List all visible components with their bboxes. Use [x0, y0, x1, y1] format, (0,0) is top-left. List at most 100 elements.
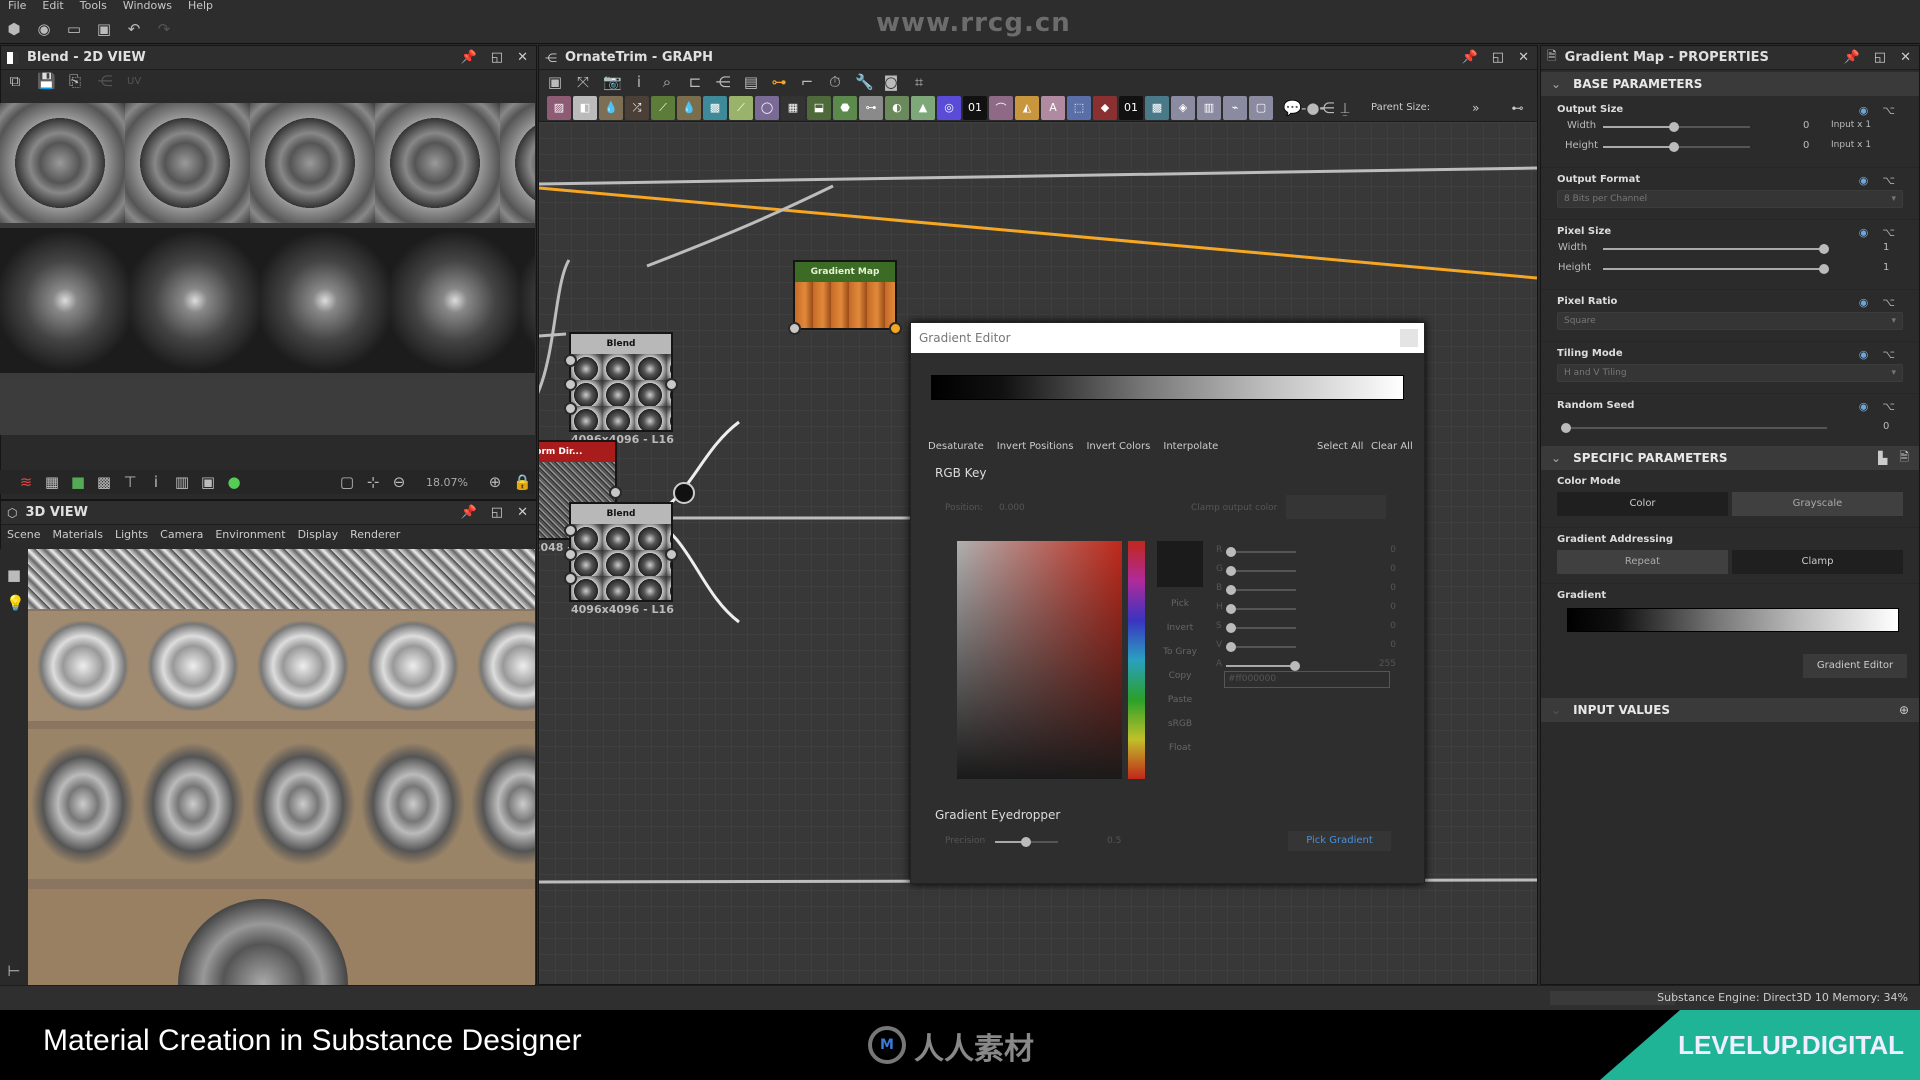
output-height-slider[interactable] — [1603, 142, 1750, 152]
preset-icon[interactable]: ▙ — [1878, 451, 1887, 465]
connector-icon[interactable]: ⊷ — [1511, 101, 1523, 115]
function-icon[interactable]: ⌥ — [1882, 226, 1895, 239]
fill-icon[interactable]: ◆ — [1093, 95, 1117, 120]
close-button[interactable] — [1400, 329, 1418, 347]
output-height-value[interactable]: 0 — [1803, 140, 1809, 151]
frame-all-icon[interactable]: ▣ — [547, 74, 563, 90]
channel-value[interactable]: 0 — [1390, 640, 1396, 650]
blend-mode-icon[interactable] — [673, 482, 695, 504]
transparency-icon[interactable]: ▦ — [44, 474, 60, 490]
channel-slider-h[interactable] — [1226, 604, 1296, 614]
layers-icon[interactable]: ▤ — [743, 74, 759, 90]
invert-positions-button[interactable]: Invert Positions — [997, 441, 1074, 452]
uv-dropdown[interactable]: UV — [127, 76, 141, 87]
input-port[interactable] — [564, 354, 577, 367]
blend-icon[interactable]: ⬓ — [807, 95, 831, 120]
close-icon[interactable]: ✕ — [1518, 50, 1529, 65]
save-icon[interactable]: 💾 — [37, 73, 56, 89]
pixel-height-value[interactable]: 1 — [1883, 262, 1889, 273]
output-port[interactable] — [889, 322, 902, 335]
open-folder-icon[interactable]: ▭ — [66, 21, 82, 37]
graph-link-icon[interactable]: ⋲ — [97, 73, 113, 89]
gradient-preview[interactable] — [1567, 608, 1899, 632]
frame-icon[interactable]: ⊏ — [687, 74, 703, 90]
output-port[interactable] — [665, 548, 678, 561]
add-input-icon[interactable]: ⊕ — [1899, 703, 1909, 717]
text-icon[interactable]: A — [1041, 95, 1065, 120]
function-icon[interactable]: ⌥ — [1882, 174, 1895, 187]
output-format-dropdown[interactable]: 8 Bits per Channel — [1557, 190, 1903, 208]
node-blend-1[interactable]: Blend 4096x4096 - L16 — [564, 332, 678, 446]
channel-value[interactable]: 0 — [1390, 564, 1396, 574]
float-button[interactable]: Float — [1169, 743, 1191, 753]
save-all-icon[interactable]: ▣ — [96, 21, 112, 37]
color-channels-icon[interactable]: ■ — [70, 474, 86, 490]
function-icon[interactable]: ⌥ — [1882, 400, 1895, 413]
expose-icon[interactable]: ◉ — [1859, 400, 1869, 413]
paste-button[interactable]: Paste — [1168, 695, 1192, 705]
fx-node-icon[interactable]: ◈ — [1171, 95, 1195, 120]
expose-icon[interactable]: ◉ — [1859, 296, 1869, 309]
pick-gradient-button[interactable]: Pick Gradient — [1288, 831, 1391, 851]
fx-output-icon[interactable]: ▢ — [1249, 95, 1273, 120]
3d-menu-display[interactable]: Display — [298, 528, 339, 541]
gradient-icon[interactable]: ⟋ — [729, 95, 753, 120]
color-mode-color[interactable]: Color — [1557, 492, 1728, 516]
maximize-icon[interactable]: ◱ — [1492, 50, 1504, 65]
curve-icon[interactable]: ⟋ — [651, 95, 675, 120]
3d-menu-lights[interactable]: Lights — [115, 528, 148, 541]
zoom-level[interactable]: 18.07% — [417, 476, 477, 489]
pixel-ratio-dropdown[interactable]: Square — [1557, 312, 1903, 330]
3d-menu-renderer[interactable]: Renderer — [350, 528, 400, 541]
pin-icon[interactable]: 📌 — [1462, 50, 1478, 65]
expose-icon[interactable]: ◉ — [1859, 226, 1869, 239]
menu-file[interactable]: File — [0, 0, 34, 14]
tiling-icon[interactable]: ▩ — [96, 474, 112, 490]
input-port[interactable] — [564, 378, 577, 391]
tile-icon[interactable]: ▦ — [781, 95, 805, 120]
normal-icon[interactable]: ◐ — [885, 95, 909, 120]
channel-slider-b[interactable] — [1226, 585, 1296, 595]
grid-snap-icon[interactable]: ⌗ — [911, 74, 927, 90]
2d-viewport[interactable]: 4096 x 4096 (Greyscale, 16bpc) — [0, 103, 535, 435]
addressing-repeat[interactable]: Repeat — [1557, 550, 1728, 574]
crop-icon[interactable]: ⬚ — [1067, 95, 1091, 120]
wrench-icon[interactable]: 🔧 — [855, 74, 874, 90]
transform-icon[interactable]: ◯ — [755, 95, 779, 120]
output-width-slider[interactable] — [1603, 122, 1750, 132]
pixel-width-slider[interactable] — [1603, 244, 1829, 254]
select-all-button[interactable]: Select All — [1317, 441, 1363, 452]
emboss-icon[interactable]: ⬣ — [833, 95, 857, 120]
bitmap-node-icon[interactable]: ▨ — [547, 95, 571, 120]
expand-toolbar-icon[interactable]: » — [1472, 101, 1479, 115]
clamp-output-swatch[interactable] — [1286, 495, 1386, 519]
hex-input[interactable]: #ff000000 — [1224, 671, 1390, 688]
invert-button[interactable]: Invert — [1167, 623, 1193, 633]
maximize-icon[interactable]: ◱ — [1874, 50, 1886, 65]
node-blend-2[interactable]: Blend 4096x4096 - L16 — [564, 502, 678, 616]
levels-icon[interactable]: 💧 — [599, 95, 623, 120]
expose-icon[interactable]: ◉ — [1859, 104, 1869, 117]
3d-viewport[interactable] — [28, 549, 535, 985]
close-icon[interactable]: ✕ — [517, 505, 528, 520]
3d-menu-materials[interactable]: Materials — [53, 528, 103, 541]
invert-colors-button[interactable]: Invert Colors — [1086, 441, 1150, 452]
maximize-icon[interactable]: ◱ — [491, 505, 503, 520]
output-port[interactable] — [665, 378, 678, 391]
input-icon[interactable]: ⊶ — [859, 95, 883, 120]
zoom-out-icon[interactable]: ⊖ — [391, 474, 407, 490]
pin-icon[interactable]: 📌 — [461, 50, 477, 65]
output-width-mode[interactable]: Input x 1 — [1831, 120, 1871, 130]
3d-menu-scene[interactable]: Scene — [7, 528, 41, 541]
scene-tree-icon[interactable]: ⊢ — [6, 963, 22, 979]
menu-tools[interactable]: Tools — [72, 0, 115, 14]
random-seed-slider[interactable] — [1561, 423, 1827, 433]
channel-slider-s[interactable] — [1226, 623, 1296, 633]
menu-edit[interactable]: Edit — [34, 0, 71, 14]
frame-node-icon[interactable]: ⋲ — [1319, 100, 1335, 116]
fx-func-icon[interactable]: ⌁ — [1223, 95, 1247, 120]
addressing-clamp[interactable]: Clamp — [1732, 550, 1903, 574]
spline-icon[interactable]: ⌒ — [989, 95, 1013, 120]
histogram-icon[interactable]: ▥ — [174, 474, 190, 490]
tiling-mode-dropdown[interactable]: H and V Tiling — [1557, 364, 1903, 382]
